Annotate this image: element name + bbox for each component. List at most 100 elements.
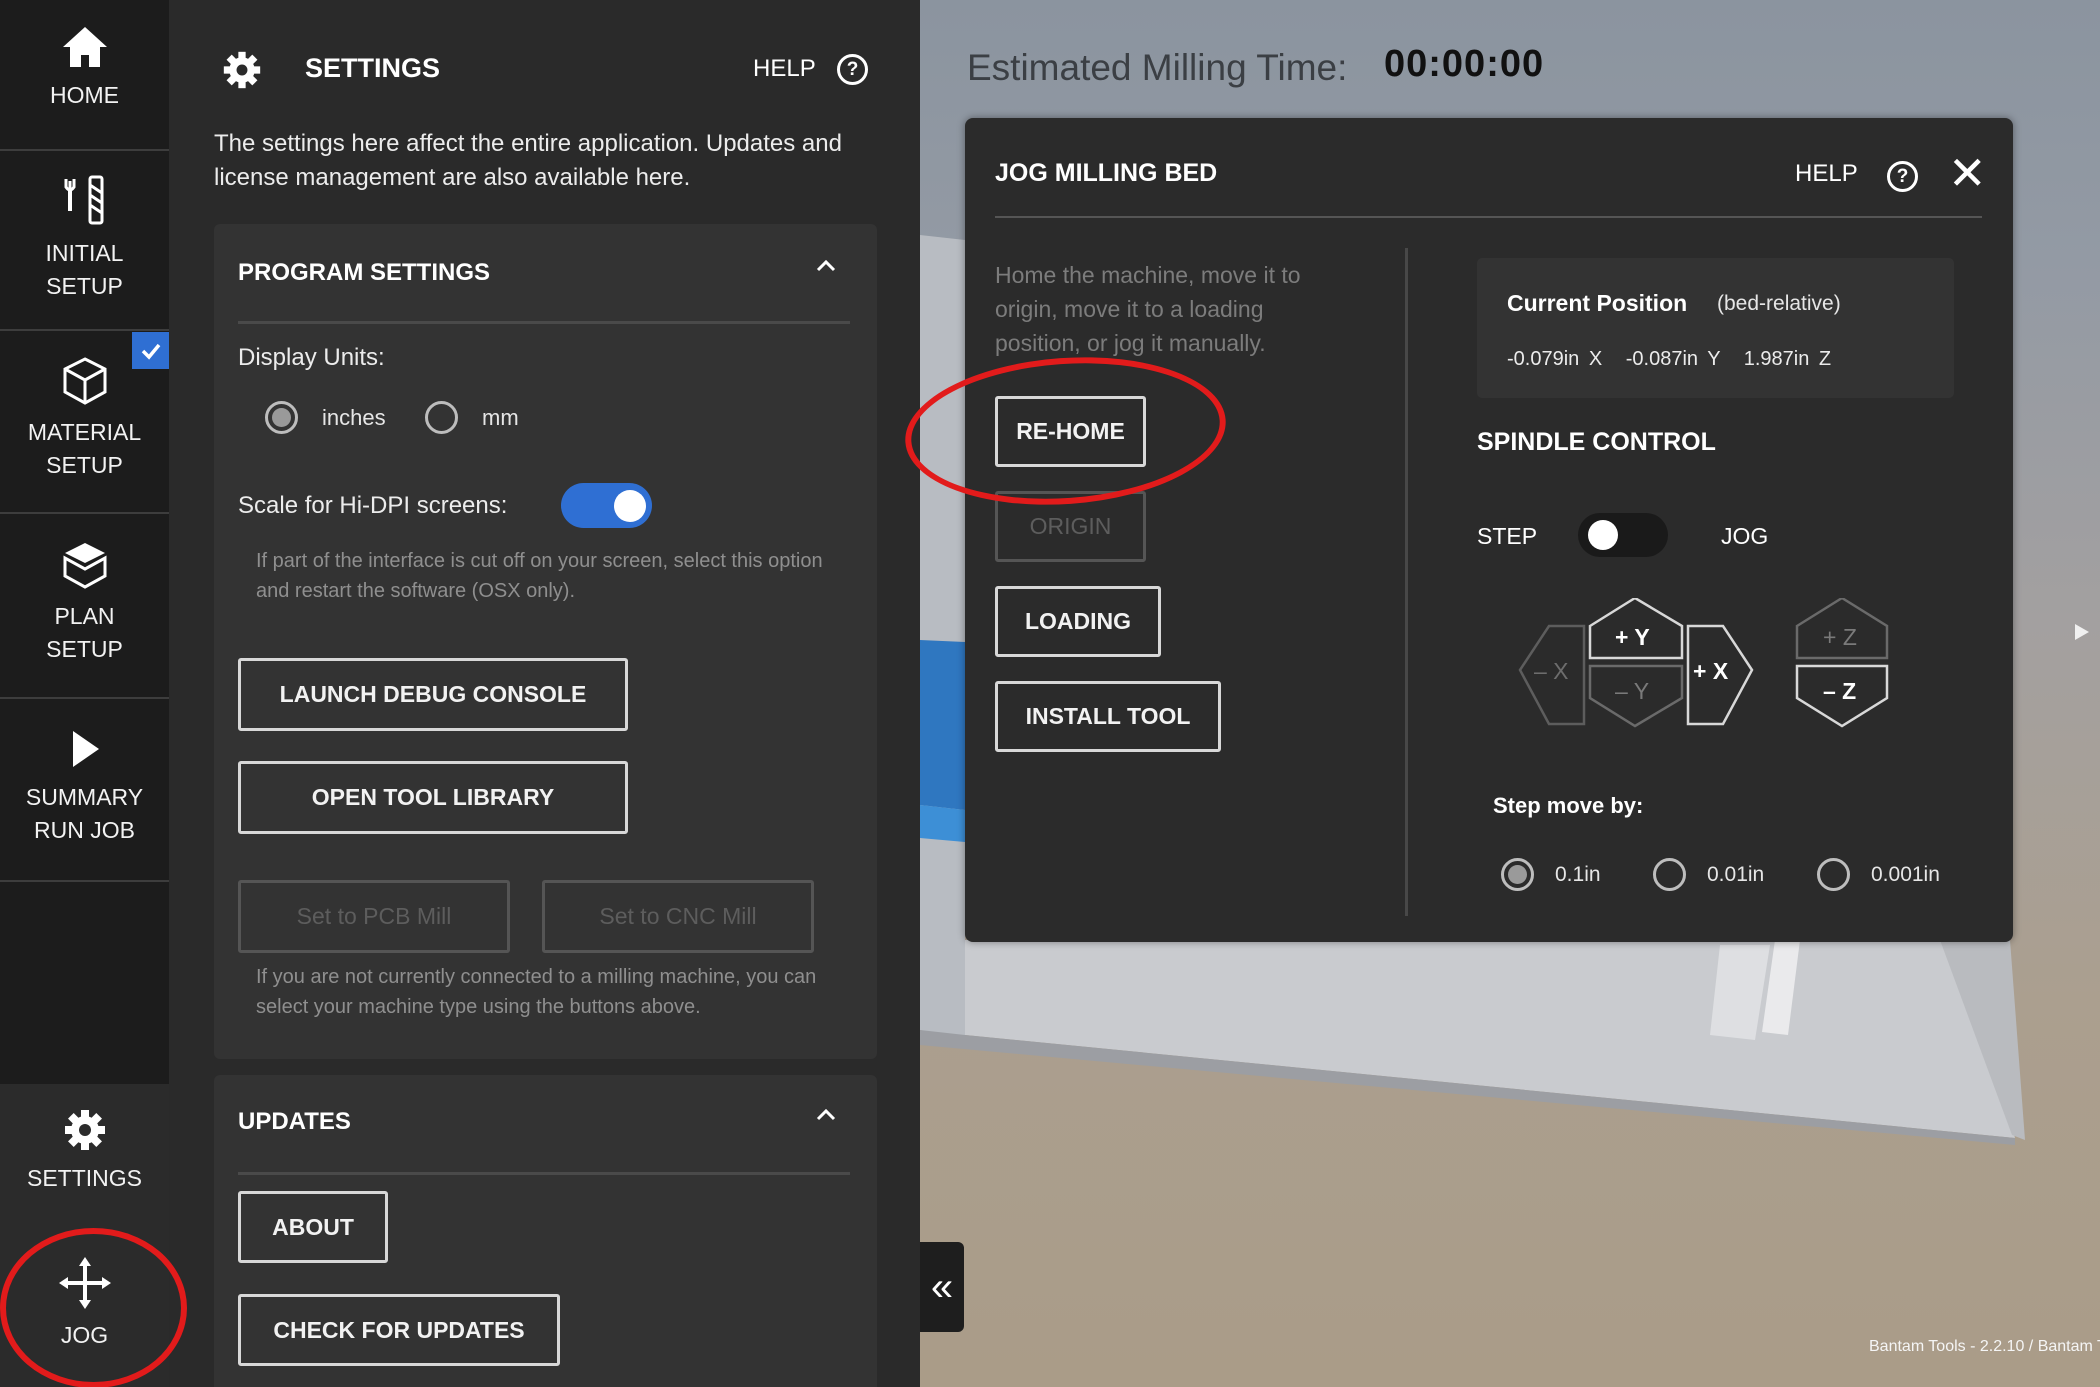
collapse-panel-button[interactable]: « — [920, 1242, 964, 1332]
close-icon[interactable]: ✕ — [1948, 146, 1987, 200]
jog-plus-y-button[interactable]: + Y — [1615, 624, 1650, 651]
annotation-circle-jog — [0, 1228, 187, 1387]
estimated-time-value: 00:00:00 — [1384, 43, 1545, 85]
jog-dialog-title: JOG MILLING BED — [995, 159, 1218, 187]
jog-pad-shapes — [1518, 598, 1889, 728]
hidpi-label: Scale for Hi-DPI screens: — [238, 492, 508, 519]
plan-box-icon — [61, 540, 109, 590]
units-label-inches: inches — [322, 405, 386, 430]
help-icon[interactable]: ? — [837, 54, 868, 85]
program-settings-title: PROGRAM SETTINGS — [238, 259, 491, 286]
nav-settings[interactable]: SETTINGS — [0, 1108, 169, 1195]
step-label-0-001: 0.001in — [1871, 863, 1940, 886]
nav-initial-label-2: SETUP — [46, 273, 123, 299]
nav-divider — [0, 880, 169, 882]
settings-panel: SETTINGS HELP ? The settings here affect… — [169, 0, 920, 1387]
updates-card: UPDATES ABOUT CHECK FOR UPDATES — [214, 1075, 877, 1387]
jog-minus-y-button[interactable]: – Y — [1615, 678, 1649, 705]
help-icon[interactable]: ? — [1887, 161, 1918, 192]
about-button[interactable]: ABOUT — [238, 1191, 388, 1263]
nav-plan-label-1: PLAN — [54, 603, 115, 629]
nav-material-label-2: SETUP — [46, 452, 123, 478]
left-nav: HOME INITIAL SETUP MATERIAL SETUP PLAN S… — [0, 0, 169, 1387]
jog-plus-z-button[interactable]: + Z — [1823, 624, 1857, 651]
home-icon — [61, 25, 109, 69]
double-chevron-left-icon: « — [930, 1264, 954, 1309]
settings-description: The settings here affect the entire appl… — [214, 130, 842, 191]
nav-summary-label-2: RUN JOB — [34, 817, 135, 843]
jog-pad: – X + Y – Y + X + Z – Z — [1515, 598, 1955, 758]
chevron-up-icon[interactable] — [814, 254, 838, 284]
nav-settings-label: SETTINGS — [26, 1165, 142, 1191]
nav-home-label: HOME — [50, 82, 119, 108]
check-for-updates-button[interactable]: CHECK FOR UPDATES — [238, 1294, 560, 1366]
estimated-time-label: Estimated Milling Time: — [967, 47, 1348, 88]
version-text: Bantam Tools - 2.2.10 / Bantam T — [1869, 1338, 2100, 1355]
jog-description: Home the machine, move it to origin, mov… — [995, 262, 1301, 356]
units-label-mm: mm — [482, 405, 519, 430]
nav-divider — [0, 329, 169, 331]
play-icon — [65, 727, 105, 771]
nav-initial-setup[interactable]: INITIAL SETUP — [0, 175, 169, 303]
nav-summary-label-1: SUMMARY — [25, 784, 144, 810]
dialog-column-divider — [1405, 248, 1408, 916]
nav-divider — [0, 149, 169, 151]
open-tool-library-button[interactable]: OPEN TOOL LIBRARY — [238, 761, 628, 834]
nav-divider — [0, 697, 169, 699]
dialog-divider — [995, 216, 1982, 218]
position-x: -0.079in X — [1507, 348, 1603, 370]
material-box-icon — [61, 356, 109, 406]
step-move-label: Step move by: — [1493, 793, 1644, 818]
spindle-control-title: SPINDLE CONTROL — [1477, 428, 1716, 456]
step-radio-0-001[interactable] — [1817, 858, 1850, 891]
current-position-label: Current Position — [1507, 290, 1688, 316]
step-jog-toggle[interactable] — [1578, 513, 1668, 557]
units-radio-mm[interactable] — [425, 401, 458, 434]
step-radio-0-01[interactable] — [1653, 858, 1686, 891]
machine-note: If you are not currently connected to a … — [256, 966, 817, 1018]
jog-minus-z-button[interactable]: – Z — [1823, 678, 1856, 705]
settings-help-link[interactable]: HELP — [753, 55, 816, 83]
card-divider — [238, 321, 850, 324]
position-values: -0.079in X -0.087in Y 1.987in Z — [1507, 348, 1831, 371]
install-tool-button[interactable]: INSTALL TOOL — [995, 681, 1221, 752]
loading-button[interactable]: LOADING — [995, 586, 1161, 657]
gear-icon — [222, 50, 262, 95]
jog-mode-label: JOG — [1721, 523, 1769, 549]
set-pcb-mill-button[interactable]: Set to PCB Mill — [238, 880, 510, 953]
step-mode-label: STEP — [1477, 523, 1538, 549]
position-z: 1.987in Z — [1743, 348, 1832, 370]
step-radio-0-1[interactable] — [1501, 858, 1534, 891]
card-divider — [238, 1172, 850, 1175]
settings-title: SETTINGS — [305, 53, 441, 83]
display-units-label: Display Units: — [238, 344, 385, 371]
tools-icon — [60, 175, 110, 227]
nav-plan-label-2: SETUP — [46, 636, 123, 662]
jog-help-link[interactable]: HELP — [1795, 160, 1858, 188]
chevron-up-icon[interactable] — [814, 1103, 838, 1133]
current-position-box: Current Position (bed-relative) -0.079in… — [1477, 258, 1954, 398]
nav-plan-setup[interactable]: PLAN SETUP — [0, 540, 169, 666]
launch-debug-console-button[interactable]: LAUNCH DEBUG CONSOLE — [238, 658, 628, 731]
play-icon[interactable] — [2073, 622, 2091, 648]
nav-material-label-1: MATERIAL — [27, 419, 142, 445]
program-settings-card: PROGRAM SETTINGS Display Units: inches m… — [214, 224, 877, 1059]
updates-title: UPDATES — [238, 1108, 351, 1135]
jog-milling-bed-dialog: JOG MILLING BED HELP ? ✕ Home the machin… — [965, 118, 2013, 942]
jog-minus-x-button[interactable]: – X — [1534, 658, 1569, 685]
set-cnc-mill-button[interactable]: Set to CNC Mill — [542, 880, 814, 953]
step-label-0-1: 0.1in — [1555, 863, 1601, 886]
gear-icon — [63, 1108, 107, 1152]
jog-plus-x-button[interactable]: + X — [1693, 658, 1728, 685]
bed-relative-label: (bed-relative) — [1717, 292, 1841, 315]
hidpi-note: If part of the interface is cut off on y… — [256, 550, 823, 602]
nav-summary-run-job[interactable]: SUMMARY RUN JOB — [0, 727, 169, 847]
nav-initial-label-1: INITIAL — [45, 240, 124, 266]
hidpi-toggle[interactable] — [561, 483, 652, 528]
position-y: -0.087in Y — [1625, 348, 1721, 370]
nav-home[interactable]: HOME — [0, 25, 169, 112]
nav-divider — [0, 512, 169, 514]
step-label-0-01: 0.01in — [1707, 863, 1765, 886]
nav-material-setup[interactable]: MATERIAL SETUP — [0, 356, 169, 482]
units-radio-inches[interactable] — [265, 401, 298, 434]
